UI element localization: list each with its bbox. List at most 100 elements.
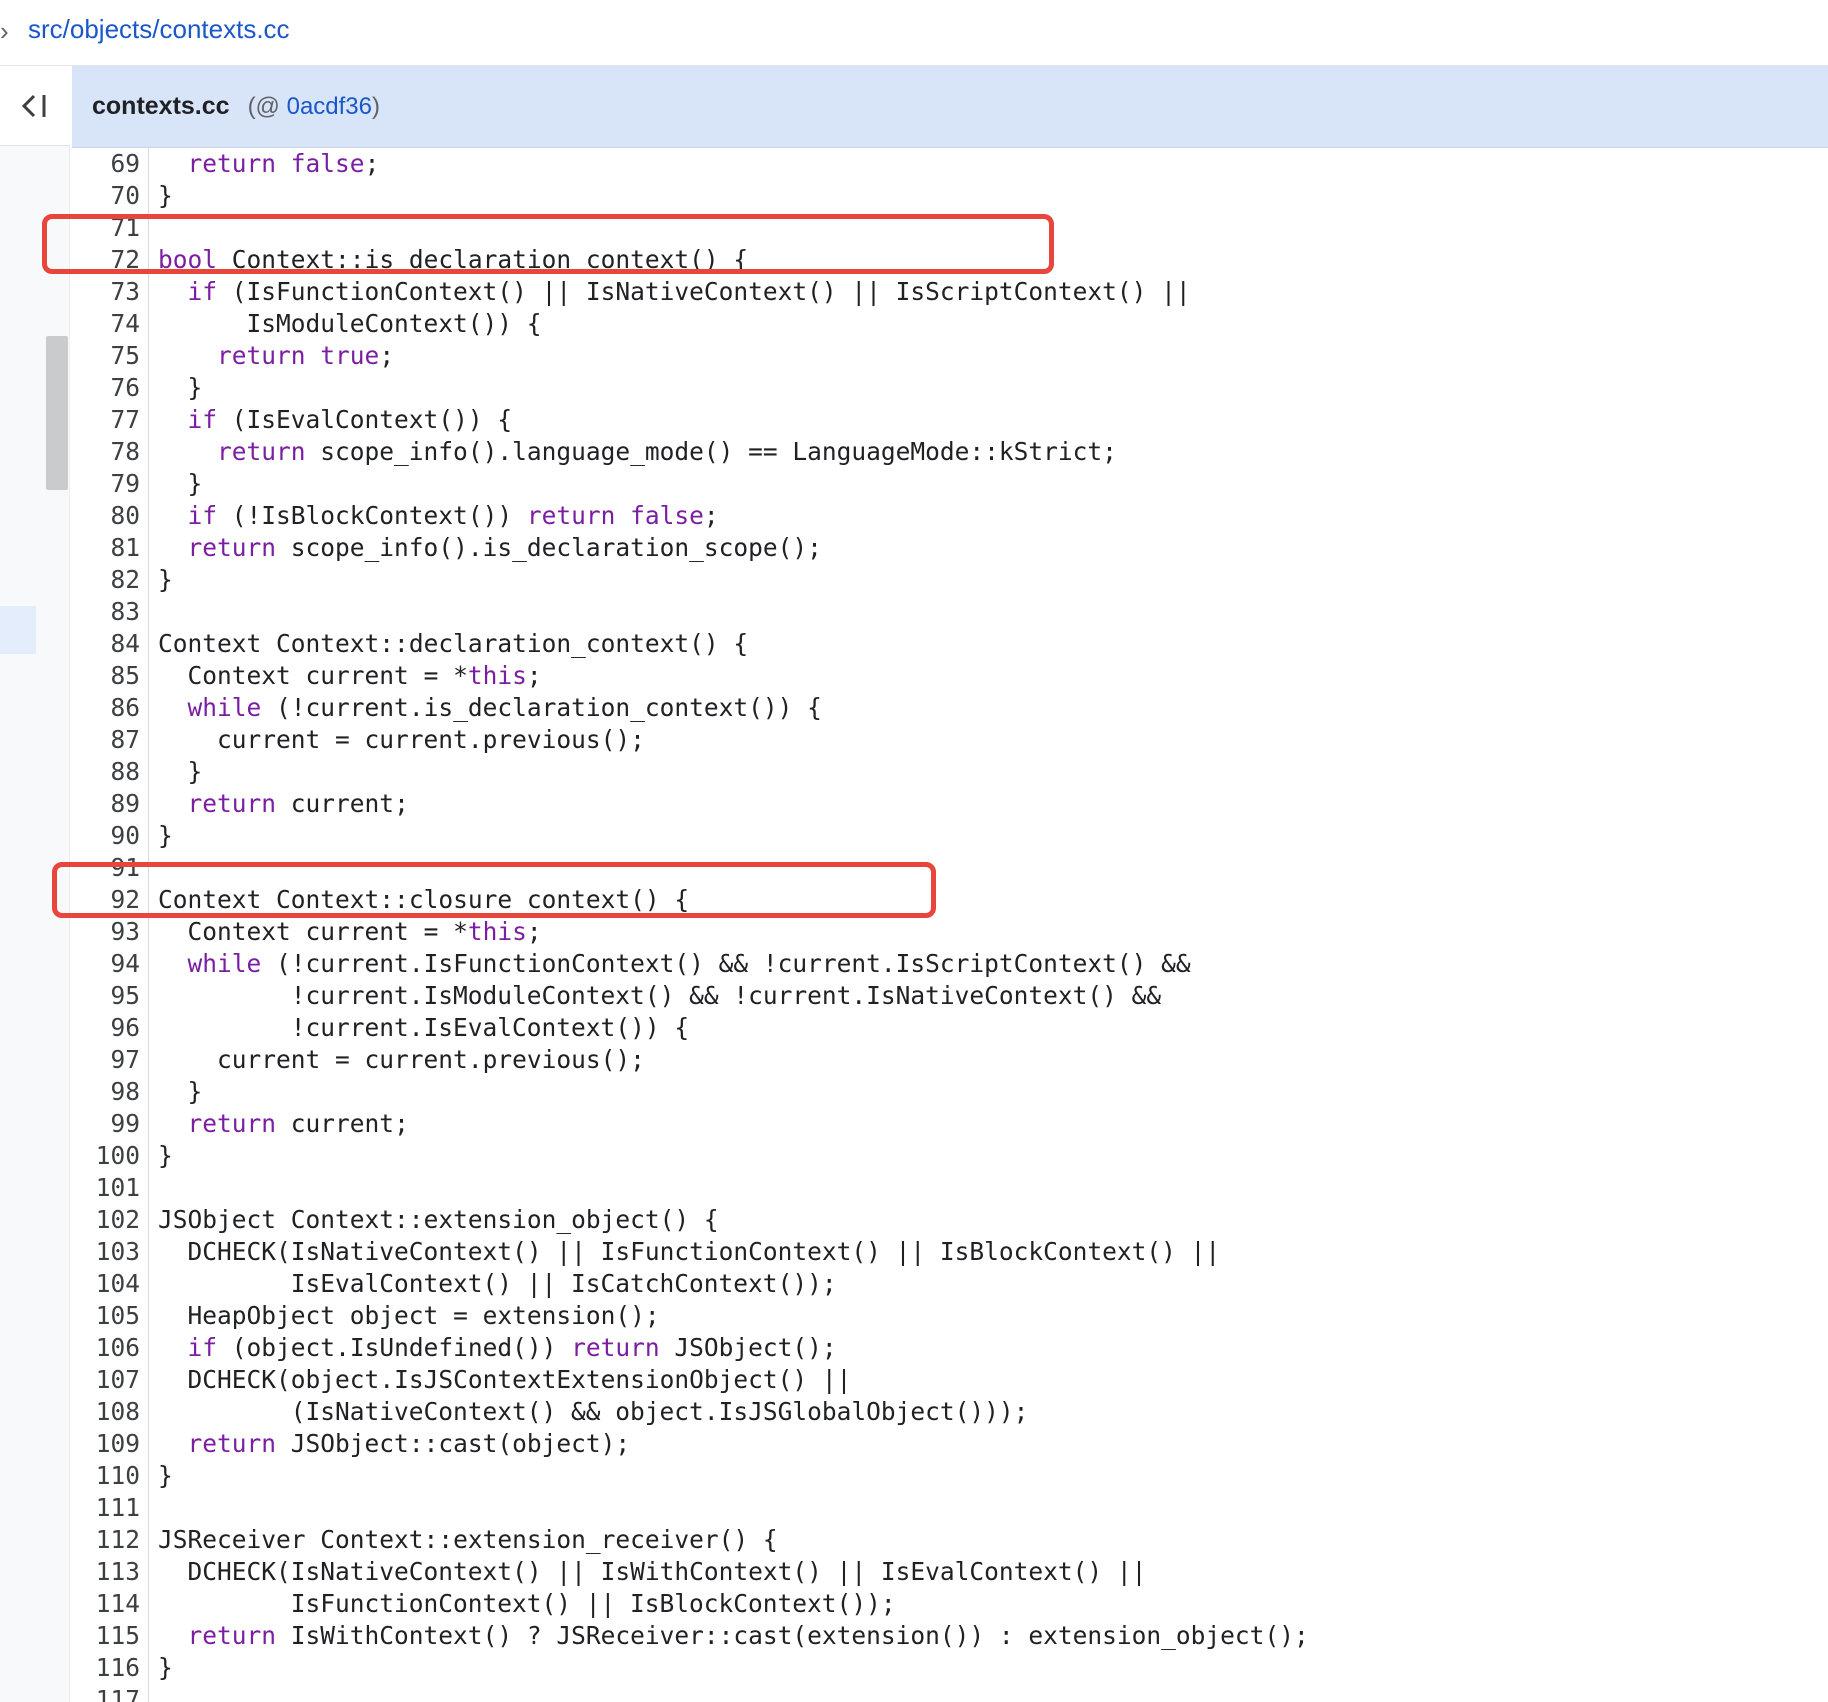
- code-text: while (!current.is_declaration_context()…: [187, 693, 822, 722]
- line-number[interactable]: 85: [74, 660, 140, 692]
- code-text: }: [158, 1141, 173, 1170]
- line-number[interactable]: 79: [74, 468, 140, 500]
- code-line: 108 (IsNativeContext() && object.IsJSGlo…: [74, 1396, 1828, 1428]
- code-line: 117: [74, 1684, 1828, 1702]
- code-line: 71: [74, 212, 1828, 244]
- line-number[interactable]: 114: [74, 1588, 140, 1620]
- code-line: 84 Context Context::declaration_context()…: [74, 628, 1828, 660]
- code-line: 86 while (!current.is_declaration_contex…: [74, 692, 1828, 724]
- code-line: 80 if (!IsBlockContext()) return false;: [74, 500, 1828, 532]
- code-text: !current.IsModuleContext() && !current.I…: [158, 981, 1162, 1010]
- line-number[interactable]: 82: [74, 564, 140, 596]
- line-number[interactable]: 99: [74, 1108, 140, 1140]
- line-number[interactable]: 69: [74, 148, 140, 180]
- code-line: 97 current = current.previous();: [74, 1044, 1828, 1076]
- code-line: 77 if (IsEvalContext()) {: [74, 404, 1828, 436]
- file-name: contexts.cc: [92, 92, 230, 120]
- code-text: Context current = *this;: [187, 661, 542, 690]
- code-text: Context current = *this;: [187, 917, 542, 946]
- line-number[interactable]: 87: [74, 724, 140, 756]
- line-number[interactable]: 100: [74, 1140, 140, 1172]
- code-text: if (IsFunctionContext() || IsNativeConte…: [187, 277, 1191, 306]
- code-text: if (!IsBlockContext()) return false;: [187, 501, 719, 530]
- line-number[interactable]: 83: [74, 596, 140, 628]
- line-number[interactable]: 76: [74, 372, 140, 404]
- line-number[interactable]: 88: [74, 756, 140, 788]
- line-number[interactable]: 107: [74, 1364, 140, 1396]
- code-text: return current;: [187, 1109, 409, 1138]
- code-line: 96 !current.IsEvalContext()) {: [74, 1012, 1828, 1044]
- breadcrumb-bar: › src/objects/contexts.cc: [0, 0, 1828, 66]
- minimap-scroll-thumb[interactable]: [46, 336, 68, 490]
- code-text: return scope_info().language_mode() == L…: [217, 437, 1117, 466]
- line-number[interactable]: 93: [74, 916, 140, 948]
- code-line: 94 while (!current.IsFunctionContext() &…: [74, 948, 1828, 980]
- line-number[interactable]: 80: [74, 500, 140, 532]
- code-text: }: [158, 1077, 203, 1106]
- collapse-left-icon: [21, 94, 46, 117]
- code-view: 69 return false; 70} 71 72 bool Context::is_…: [74, 148, 1828, 1702]
- line-number[interactable]: 113: [74, 1556, 140, 1588]
- line-number[interactable]: 110: [74, 1460, 140, 1492]
- line-number[interactable]: 105: [74, 1300, 140, 1332]
- line-number[interactable]: 96: [74, 1012, 140, 1044]
- line-number[interactable]: 103: [74, 1236, 140, 1268]
- revision-hash-link[interactable]: 0acdf36: [287, 93, 372, 120]
- code-line: 110}: [74, 1460, 1828, 1492]
- minimap-marker: [0, 606, 36, 654]
- code-line: 89 return current;: [74, 788, 1828, 820]
- line-number[interactable]: 106: [74, 1332, 140, 1364]
- line-number[interactable]: 84: [74, 628, 140, 660]
- code-text: return scope_info().is_declaration_scope…: [187, 533, 822, 562]
- code-text: return IsWithContext() ? JSReceiver::cas…: [187, 1621, 1309, 1650]
- code-text: IsModuleContext()) {: [246, 309, 542, 338]
- code-line: 87 current = current.previous();: [74, 724, 1828, 756]
- line-number[interactable]: 111: [74, 1492, 140, 1524]
- code-text: }: [158, 1653, 173, 1682]
- line-number[interactable]: 101: [74, 1172, 140, 1204]
- collapse-sidebar-button[interactable]: [0, 66, 70, 146]
- code-line: 79 }: [74, 468, 1828, 500]
- line-number[interactable]: 94: [74, 948, 140, 980]
- code-line: 83: [74, 596, 1828, 628]
- line-number[interactable]: 115: [74, 1620, 140, 1652]
- line-number[interactable]: 81: [74, 532, 140, 564]
- line-number[interactable]: 102: [74, 1204, 140, 1236]
- line-number[interactable]: 78: [74, 436, 140, 468]
- line-number[interactable]: 74: [74, 308, 140, 340]
- breadcrumb-path-link[interactable]: src/objects/contexts.cc: [28, 14, 290, 45]
- line-number[interactable]: 95: [74, 980, 140, 1012]
- code-text: }: [158, 373, 203, 402]
- code-text: Context Context::closure_context() {: [158, 885, 690, 914]
- code-text: return JSObject::cast(object);: [187, 1429, 631, 1458]
- code-line: 72 bool Context::is_declaration_context()…: [74, 244, 1828, 276]
- code-line: 116}: [74, 1652, 1828, 1684]
- line-number[interactable]: 108: [74, 1396, 140, 1428]
- line-number[interactable]: 116: [74, 1652, 140, 1684]
- code-line: 78 return scope_info().language_mode() =…: [74, 436, 1828, 468]
- line-number[interactable]: 90: [74, 820, 140, 852]
- line-number[interactable]: 71: [74, 212, 140, 244]
- code-line: 112 JSReceiver Context::extension_receive…: [74, 1524, 1828, 1556]
- code-line: 70}: [74, 180, 1828, 212]
- line-number[interactable]: 86: [74, 692, 140, 724]
- line-number[interactable]: 104: [74, 1268, 140, 1300]
- line-number[interactable]: 117: [74, 1684, 140, 1702]
- line-number[interactable]: 112: [74, 1524, 140, 1556]
- line-number[interactable]: 73: [74, 276, 140, 308]
- code-line: 74 IsModuleContext()) {: [74, 308, 1828, 340]
- line-number[interactable]: 91: [74, 852, 140, 884]
- line-number[interactable]: 72: [74, 244, 140, 276]
- code-line: 111: [74, 1492, 1828, 1524]
- line-number[interactable]: 75: [74, 340, 140, 372]
- line-number[interactable]: 98: [74, 1076, 140, 1108]
- line-number[interactable]: 109: [74, 1428, 140, 1460]
- line-number[interactable]: 92: [74, 884, 140, 916]
- line-number[interactable]: 70: [74, 180, 140, 212]
- line-number[interactable]: 97: [74, 1044, 140, 1076]
- code-line: 73 if (IsFunctionContext() || IsNativeCo…: [74, 276, 1828, 308]
- line-number[interactable]: 77: [74, 404, 140, 436]
- line-number[interactable]: 89: [74, 788, 140, 820]
- code-line: 98 }: [74, 1076, 1828, 1108]
- code-text: DCHECK(object.IsJSContextExtensionObject…: [187, 1365, 852, 1394]
